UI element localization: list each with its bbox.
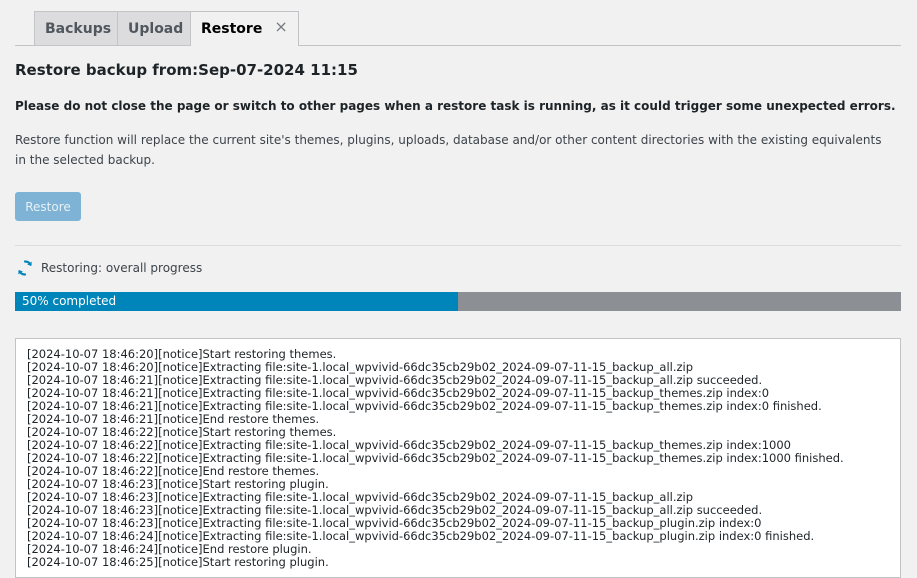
close-icon[interactable]: × [274, 17, 287, 36]
restore-button[interactable]: Restore [15, 192, 81, 221]
sync-icon [18, 260, 32, 276]
divider [15, 245, 901, 246]
progress-text: 50% completed [22, 294, 117, 308]
tab-upload[interactable]: Upload [117, 11, 195, 45]
page-title: Restore backup from:Sep-07-2024 11:15 [15, 61, 358, 79]
progress-bar: 50% completed [15, 292, 901, 311]
tab-bar: Backups Upload Restore × [15, 9, 901, 46]
warning-text: Please do not close the page or switch t… [15, 99, 896, 113]
description-text: Restore function will replace the curren… [15, 133, 882, 167]
tab-restore[interactable]: Restore × [190, 11, 299, 46]
progress-label: Restoring: overall progress [41, 261, 203, 275]
tab-label: Restore [201, 21, 263, 37]
log-line: [2024-10-07 18:46:25][notice]Start resto… [27, 555, 329, 569]
restore-log[interactable]: [2024-10-07 18:46:20][notice]Start resto… [15, 338, 901, 578]
progress-status: Restoring: overall progress [15, 258, 202, 278]
tab-label: Backups [45, 20, 112, 37]
tab-label: Upload [128, 20, 184, 37]
tab-backups[interactable]: Backups [34, 11, 123, 45]
